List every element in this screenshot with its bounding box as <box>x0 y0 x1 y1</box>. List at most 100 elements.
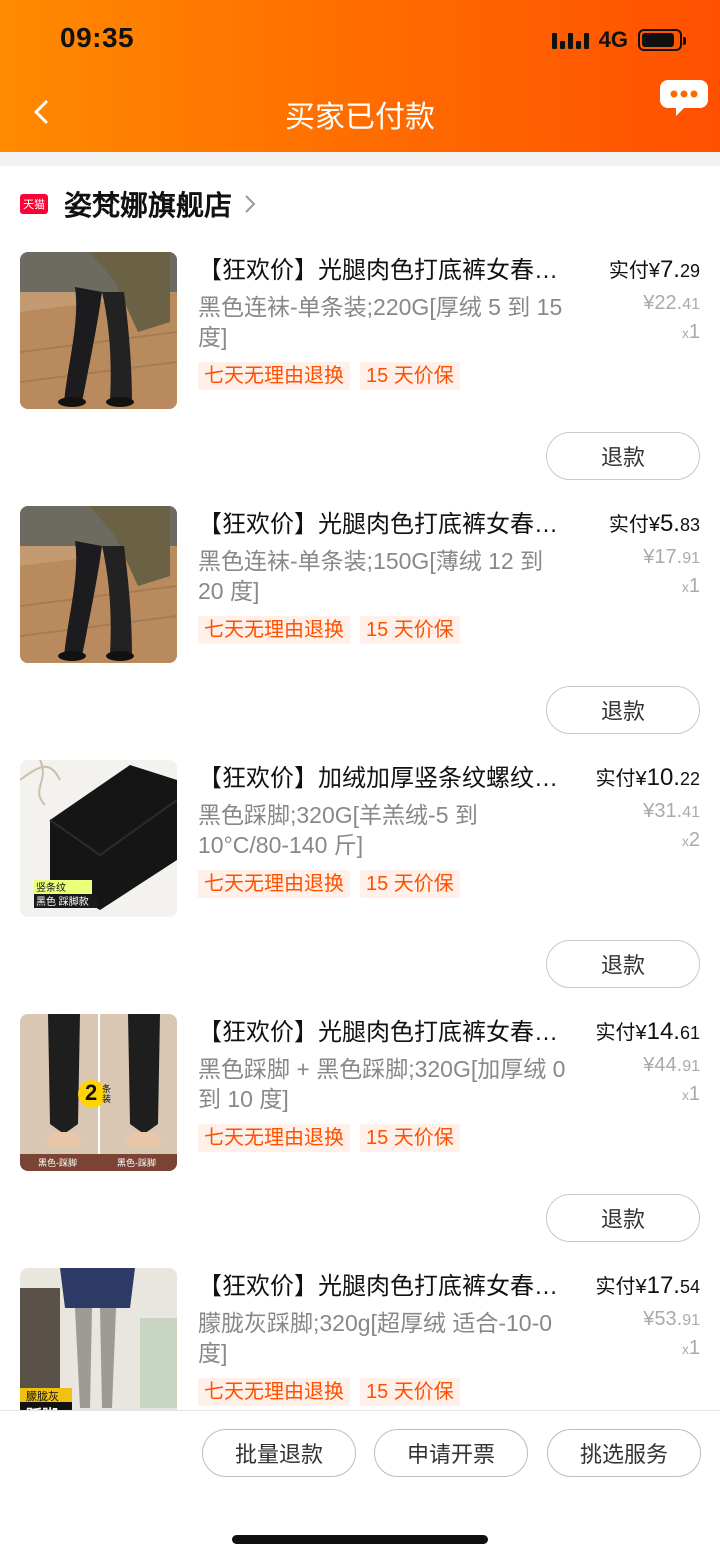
apply-invoice-button[interactable]: 申请开票 <box>374 1429 528 1477</box>
product-image[interactable]: 朦胧灰踩脚 <box>20 1268 177 1425</box>
paid-label: 实付 <box>595 1276 636 1298</box>
paid-amount-int: 17. <box>646 1272 680 1299</box>
product-image[interactable]: 2 条装 黑色-踩脚 黑色-踩脚 <box>20 1014 177 1171</box>
quantity-x: x <box>681 1087 689 1103</box>
price-column: 实付¥7.29 ¥22.41 x1 <box>609 254 700 344</box>
service-tags: 七天无理由退换 15 天价保 <box>198 616 460 644</box>
return-tag: 七天无理由退换 <box>198 1378 350 1406</box>
quantity-value: 1 <box>688 1337 700 1359</box>
currency-symbol: ¥ <box>635 768 647 790</box>
battery-fill <box>642 33 675 47</box>
return-tag: 七天无理由退换 <box>198 870 350 898</box>
quantity-x: x <box>681 1341 689 1357</box>
tmall-logo: 天猫 <box>20 194 48 214</box>
product-title[interactable]: 【狂欢价】加绒加厚竖条纹螺纹打底裤 <box>198 764 578 794</box>
paid-amount-int: 10. <box>646 764 680 791</box>
currency-symbol: ¥ <box>648 260 660 282</box>
paid-amount-dec: 29 <box>679 261 700 281</box>
service-tags: 七天无理由退换 15 天价保 <box>198 1124 460 1152</box>
quantity: x1 <box>609 321 700 344</box>
product-title[interactable]: 【狂欢价】光腿肉色打底裤女春秋冬 <box>198 256 578 286</box>
currency-symbol: ¥ <box>643 292 655 314</box>
network-type: 4G <box>598 27 628 52</box>
currency-symbol: ¥ <box>643 1308 655 1330</box>
paid-label: 实付 <box>608 514 649 536</box>
return-tag: 七天无理由退换 <box>198 362 350 390</box>
quantity-value: 1 <box>688 321 700 343</box>
original-amount-int: 53. <box>654 1308 683 1330</box>
paid-price: 实付¥17.54 <box>595 1270 700 1300</box>
paid-amount-int: 7. <box>659 256 680 283</box>
price-protect-tag: 15 天价保 <box>360 616 460 644</box>
thumb-badge-bottom: 黑色 踩脚款 <box>36 897 89 908</box>
original-amount-int: 17. <box>654 546 683 568</box>
home-indicator <box>232 1535 488 1544</box>
currency-symbol: ¥ <box>635 1022 647 1044</box>
chevron-right-icon <box>245 195 256 213</box>
original-amount-int: 31. <box>654 800 683 822</box>
quantity: x2 <box>595 829 700 852</box>
bottom-action-bar: 批量退款 申请开票 挑选服务 <box>0 1410 720 1558</box>
quantity-value: 2 <box>688 829 700 851</box>
quantity: x1 <box>595 1083 700 1106</box>
price-protect-tag: 15 天价保 <box>360 1124 460 1152</box>
thumb-caption-left: 黑色-踩脚 <box>38 1158 77 1168</box>
product-title[interactable]: 【狂欢价】光腿肉色打底裤女春秋冬 <box>198 1272 578 1302</box>
paid-label: 实付 <box>608 260 649 282</box>
refund-button[interactable]: 退款 <box>546 940 700 988</box>
original-amount-dec: 91 <box>682 550 700 567</box>
store-header[interactable]: 天猫 姿梵娜旗舰店 <box>20 184 256 224</box>
product-image[interactable] <box>20 506 177 663</box>
paid-price: 实付¥14.61 <box>595 1016 700 1046</box>
quantity-x: x <box>681 579 689 595</box>
paid-label: 实付 <box>595 1022 636 1044</box>
order-item[interactable]: 【狂欢价】光腿肉色打底裤女春秋冬黑色连袜-单条装;220G[厚绒 5 到 15 … <box>0 252 720 506</box>
paid-amount-dec: 54 <box>679 1277 700 1297</box>
original-amount-dec: 91 <box>682 1058 700 1075</box>
select-services-button[interactable]: 挑选服务 <box>547 1429 701 1477</box>
order-item[interactable]: 2 条装 黑色-踩脚 黑色-踩脚 【狂欢价】光腿肉色打底裤女春秋冬 黑色踩脚 + 黑色踩脚… <box>0 1014 720 1268</box>
service-tags: 七天无理由退换 15 天价保 <box>198 870 460 898</box>
price-column: 实付¥5.83 ¥17.91 x1 <box>609 508 700 598</box>
original-price: ¥31.41 <box>595 800 700 823</box>
paid-amount-dec: 61 <box>679 1023 700 1043</box>
original-amount-int: 22. <box>654 292 683 314</box>
refund-button[interactable]: 退款 <box>546 1194 700 1242</box>
refund-button[interactable]: 退款 <box>546 432 700 480</box>
price-column: 实付¥14.61 ¥44.91 x1 <box>595 1016 700 1106</box>
status-time: 09:35 <box>60 22 135 53</box>
product-spec: 黑色连袜-单条装;220G[厚绒 5 到 15 度] <box>198 294 563 350</box>
quantity-value: 1 <box>688 575 700 597</box>
product-title[interactable]: 【狂欢价】光腿肉色打底裤女春秋冬 <box>198 510 578 540</box>
status-indicators: 4G <box>551 26 686 54</box>
original-price: ¥22.41 <box>609 292 700 315</box>
return-tag: 七天无理由退换 <box>198 1124 350 1152</box>
thumb-badge-num: 2 <box>85 1080 98 1105</box>
thumb-badge-top: 竖条纹 <box>36 883 66 894</box>
order-item[interactable]: 竖条纹 黑色 踩脚款 【狂欢价】加绒加厚竖条纹螺纹打底裤 黑色踩脚;320G[羊羔绒-… <box>0 760 720 1014</box>
product-title[interactable]: 【狂欢价】光腿肉色打底裤女春秋冬 <box>198 1018 578 1048</box>
message-button[interactable] <box>660 74 708 122</box>
return-tag: 七天无理由退换 <box>198 616 350 644</box>
signal-icon <box>551 31 589 49</box>
quantity-value: 1 <box>688 1083 700 1105</box>
batch-refund-button[interactable]: 批量退款 <box>202 1429 356 1477</box>
service-tags: 七天无理由退换 15 天价保 <box>198 362 460 390</box>
chat-bubble-icon <box>660 80 708 116</box>
product-image[interactable] <box>20 252 177 409</box>
original-price: ¥53.91 <box>595 1308 700 1331</box>
quantity-x: x <box>681 833 689 849</box>
refund-button[interactable]: 退款 <box>546 686 700 734</box>
original-amount-dec: 41 <box>682 296 700 313</box>
battery-icon <box>638 29 686 51</box>
product-spec: 朦胧灰踩脚;320g[超厚绒 适合-10-0 度] <box>198 1310 553 1366</box>
product-spec: 黑色踩脚;320G[羊羔绒-5 到 10°C/80-140 斤] <box>198 802 478 858</box>
currency-symbol: ¥ <box>643 800 655 822</box>
quantity-x: x <box>681 325 689 341</box>
product-image[interactable]: 竖条纹 黑色 踩脚款 <box>20 760 177 917</box>
paid-price: 实付¥5.83 <box>609 508 700 538</box>
original-amount-int: 44. <box>654 1054 683 1076</box>
thumb-badge-unit: 条装 <box>102 1084 112 1104</box>
order-item[interactable]: 【狂欢价】光腿肉色打底裤女春秋冬 黑色连袜-单条装;150G[薄绒 12 到 20… <box>0 506 720 760</box>
paid-label: 实付 <box>595 768 636 790</box>
